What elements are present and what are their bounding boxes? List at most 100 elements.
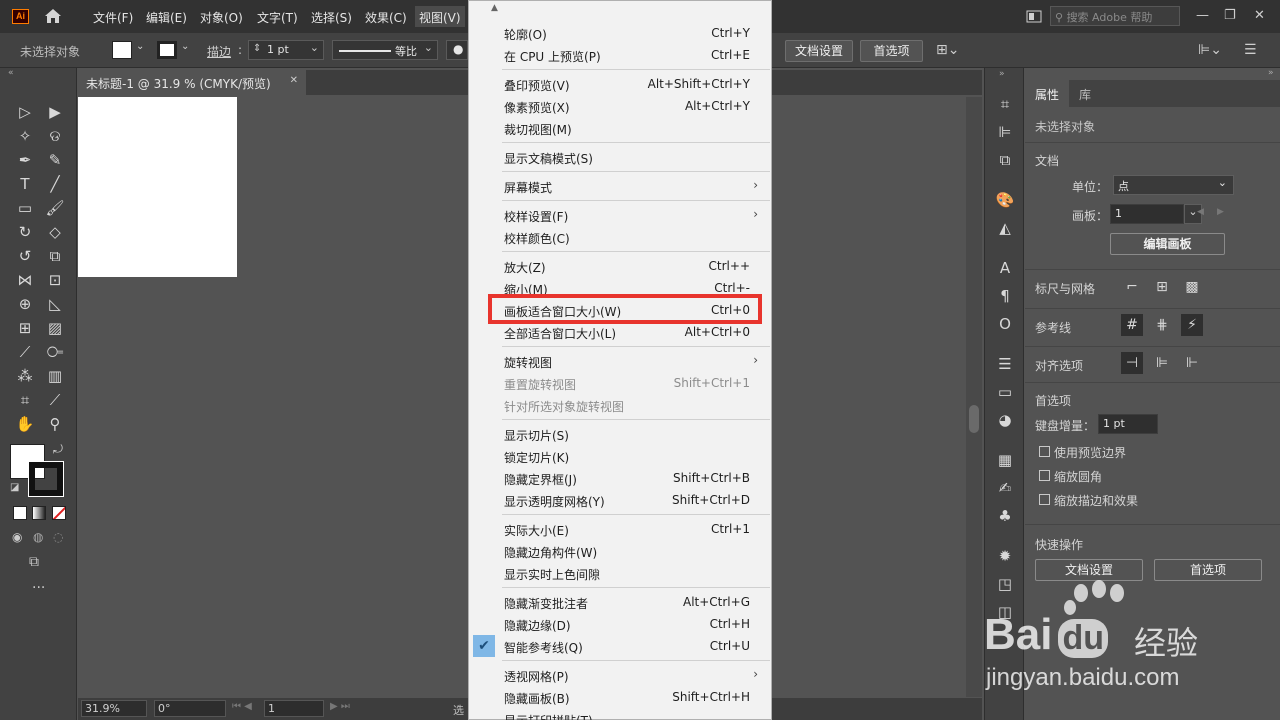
swatches-panel-icon[interactable]: ▦ [995,450,1015,470]
menu-item-overprint-preview[interactable]: 叠印预览(V) Alt+Shift+Ctrl+Y [470,73,770,95]
stroke-label[interactable]: 描边 [207,43,231,60]
symbols-panel-icon[interactable]: ♣ [995,506,1015,526]
align-panel-icon[interactable]: ⊫ [995,122,1015,142]
document-tab[interactable]: 未标题-1 @ 31.9 % (CMYK/预览) ✕ [78,70,306,95]
menu-item-proof-colors[interactable]: 校样颜色(C) [470,226,770,248]
next-artboard-icon[interactable]: ▶ [1217,207,1224,217]
vertical-scrollbar[interactable] [966,97,982,697]
direct-selection-tool-icon[interactable]: ▶ [44,101,66,123]
keyboard-increment-field[interactable]: 1 pt [1098,414,1158,434]
lock-guides-icon[interactable]: ⋕ [1151,314,1173,336]
free-transform-tool-icon[interactable]: ⊡ [44,269,66,291]
slice-tool-icon[interactable]: ⟋ [44,389,66,411]
show-guides-icon[interactable]: # [1121,314,1143,336]
shape-builder-tool-icon[interactable]: ⊕ [14,293,36,315]
stepper-icon[interactable]: ⇕ [253,43,261,54]
scroll-up-icon[interactable]: ▲ [491,3,498,13]
menu-effect[interactable]: 效果(C) [365,9,407,25]
chevron-down-icon[interactable]: ⌄ [136,41,144,52]
tab-properties[interactable]: 属性 [1025,80,1070,107]
menu-item-hide-gradient-annotator[interactable]: 隐藏渐变批注者 Alt+Ctrl+G [470,591,770,613]
screen-mode-icon[interactable]: ⧉ [29,554,39,570]
magic-wand-tool-icon[interactable]: ✧ [14,125,36,147]
close-tab-icon[interactable]: ✕ [290,75,298,86]
zoom-tool-icon[interactable]: ⚲ [44,413,66,435]
menu-select[interactable]: 选择(S) [311,9,352,25]
maximize-icon[interactable]: ❐ [1224,8,1236,23]
menu-item-show-slices[interactable]: 显示切片(S) [470,423,770,445]
menu-item-actual-size[interactable]: 实际大小(E) Ctrl+1 [470,518,770,540]
scale-tool-icon[interactable]: ⧉ [44,245,66,267]
appearance-panel-icon[interactable]: ✹ [995,546,1015,566]
rectangle-tool-icon[interactable]: ▭ [14,197,36,219]
lasso-tool-icon[interactable]: ଡ [44,125,66,147]
menu-item-presentation-mode[interactable]: 显示文稿模式(S) [470,146,770,168]
draw-behind-icon[interactable]: ◍ [33,530,43,544]
curvature-tool-icon[interactable]: ✎ [44,149,66,171]
artboard-number-field[interactable]: 1 [264,700,324,717]
first-artboard-icon[interactable]: ⏮ ◀ [232,701,252,712]
collapse-icon[interactable]: » [1268,68,1274,78]
shaper-tool-icon[interactable]: ↻ [14,221,36,243]
preferences-button[interactable]: 首选项 [860,40,923,62]
menu-item-outline[interactable]: 轮廓(O) Ctrl+Y [470,22,770,44]
transform-panel-icon[interactable]: ⌗ [995,94,1015,114]
menu-edit[interactable]: 编辑(E) [146,9,187,25]
color-panel-icon[interactable]: 🎨 [995,190,1015,210]
swap-colors-icon[interactable]: ⤾ [53,442,63,457]
edit-artboards-button[interactable]: 编辑画板 [1110,233,1225,255]
snap-to-point-icon[interactable]: ⊣ [1121,352,1143,374]
preview-bounds-checkbox[interactable] [1039,446,1050,457]
arrange-documents-icon[interactable] [1026,10,1042,23]
rotation-field[interactable]: 0° [154,700,226,717]
symbol-sprayer-tool-icon[interactable]: ⁂ [14,365,36,387]
blend-tool-icon[interactable]: ⧃ [44,341,66,363]
menu-view[interactable]: 视图(V) [415,6,465,27]
menu-item-trim-view[interactable]: 裁切视图(M) [470,117,770,139]
menu-item-hide-bounding-box[interactable]: 隐藏定界框(J) Shift+Ctrl+B [470,467,770,489]
paintbrush-tool-icon[interactable]: 🖌 [44,197,66,219]
menu-item-hide-artboards[interactable]: 隐藏画板(B) Shift+Ctrl+H [470,686,770,708]
menu-item-reset-rotate[interactable]: 重置旋转视图 Shift+Ctrl+1 [470,372,770,394]
menu-item-hide-corner-widget[interactable]: 隐藏边角构件(W) [470,540,770,562]
menu-item-zoom-in[interactable]: 放大(Z) Ctrl++ [470,255,770,277]
minimize-icon[interactable]: — [1196,8,1209,23]
menu-item-rotate-to-selection[interactable]: 针对所选对象旋转视图 [470,394,770,416]
menu-item-transparency-grid[interactable]: 显示透明度网格(Y) Shift+Ctrl+D [470,489,770,511]
default-colors-icon[interactable]: ◪ [10,482,19,493]
color-mode-icon[interactable] [13,506,27,520]
menu-item-hide-edges[interactable]: 隐藏边缘(D) Ctrl+H [470,613,770,635]
next-artboard-icon[interactable]: ▶ ⏭ [330,701,350,712]
menu-object[interactable]: 对象(O) [200,9,243,25]
stroke-profile-dropdown[interactable]: 等比 ⌄ [332,40,438,60]
selection-tool-icon[interactable]: ▷ [14,101,36,123]
perspective-grid-tool-icon[interactable]: ◺ [44,293,66,315]
gradient-panel-icon[interactable]: ▭ [995,382,1015,402]
stroke-swatch[interactable] [157,41,177,59]
line-tool-icon[interactable]: ╱ [44,173,66,195]
menu-item-perspective-grid[interactable]: 透视网格(P) › [470,664,770,686]
mesh-tool-icon[interactable]: ⊞ [14,317,36,339]
menu-type[interactable]: 文字(T) [257,9,298,25]
scale-corners-checkbox[interactable] [1039,470,1050,481]
gradient-tool-icon[interactable]: ▨ [44,317,66,339]
hand-tool-icon[interactable]: ✋ [14,413,36,435]
brush-dropdown[interactable]: ● [446,40,468,60]
prev-artboard-icon[interactable]: ◀ [1197,207,1204,217]
menu-item-lock-slices[interactable]: 锁定切片(K) [470,445,770,467]
menu-item-print-tiling[interactable]: 显示打印拼贴(T) [470,708,770,720]
ruler-icon[interactable]: ⌐ [1121,276,1143,298]
column-graph-tool-icon[interactable]: ▥ [44,365,66,387]
close-icon[interactable]: ✕ [1254,8,1265,23]
chevron-down-icon[interactable]: ⌄ [181,41,189,52]
character-panel-icon[interactable]: A [995,258,1015,278]
smart-guides-icon[interactable]: ⚡ [1181,314,1203,336]
menu-item-gpu-preview[interactable]: 在 CPU 上预览(P) Ctrl+E [470,44,770,66]
rotate-tool-icon[interactable]: ↺ [14,245,36,267]
collapse-icon[interactable]: « [8,68,14,78]
search-input[interactable]: ⚲ 搜索 Adobe 帮助 [1050,6,1180,26]
zoom-level-field[interactable]: 31.9% [81,700,147,717]
stroke-color-icon[interactable] [28,461,64,497]
menu-item-fit-all[interactable]: 全部适合窗口大小(L) Alt+Ctrl+0 [470,321,770,343]
more-tools-icon[interactable]: ··· [32,580,45,596]
